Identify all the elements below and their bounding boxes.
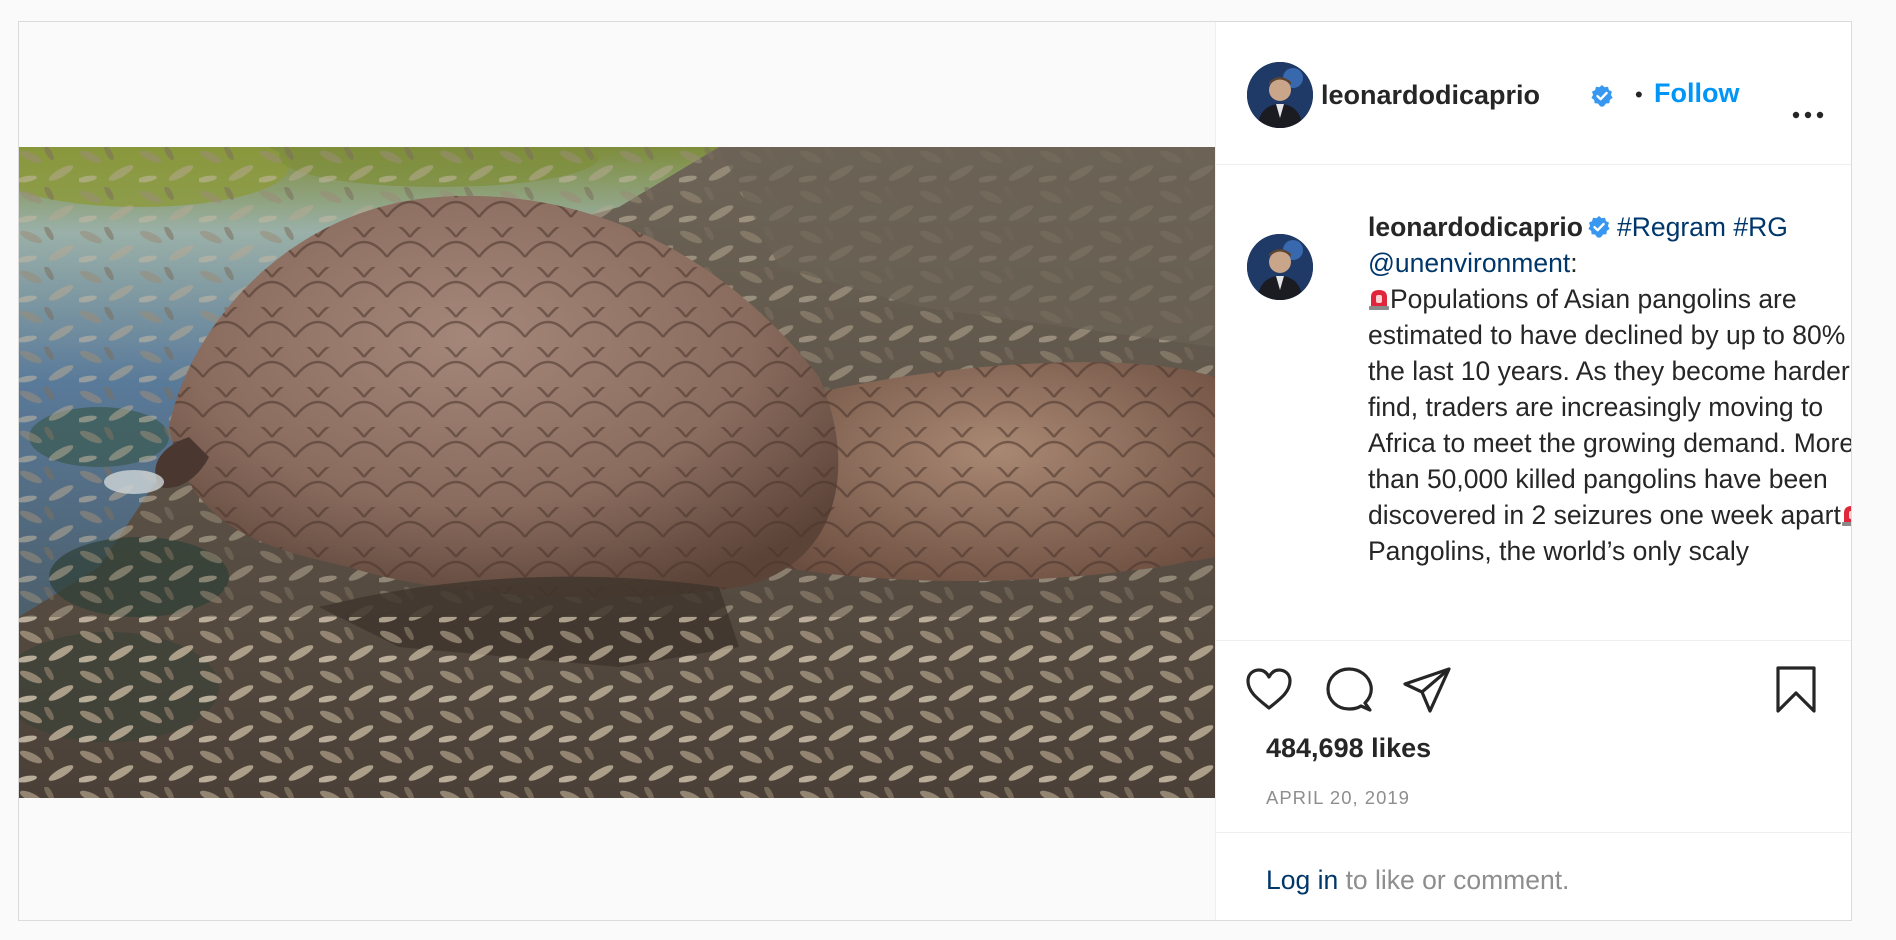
login-prompt-suffix: to like or comment. — [1338, 865, 1570, 895]
caption-text-main: Populations of Asian pangolins are estim… — [1368, 284, 1851, 530]
avatar-portrait-icon — [1247, 62, 1313, 128]
login-link[interactable]: Log in — [1266, 865, 1338, 895]
mention-unenvironment[interactable]: @unenvironment — [1368, 248, 1570, 278]
follow-button[interactable]: Follow — [1654, 78, 1739, 109]
login-prompt-text: Log in to like or comment. — [1266, 865, 1569, 896]
post-date[interactable]: APRIL 20, 2019 — [1266, 787, 1410, 809]
siren-emoji-icon — [1841, 506, 1851, 526]
caption-username[interactable]: leonardodicaprio — [1368, 212, 1583, 242]
verified-badge-icon — [1588, 216, 1610, 238]
hashtag-rg[interactable]: #RG — [1733, 212, 1788, 242]
post-dialog: leonardodicaprio • Follow leonardodicapr… — [18, 21, 1852, 921]
post-actions: 484,698 likes APRIL 20, 2019 — [1216, 640, 1851, 832]
login-prompt: Log in to like or comment. — [1216, 832, 1851, 920]
comment-icon[interactable] — [1324, 665, 1374, 715]
post-media — [19, 22, 1215, 920]
verified-badge-icon — [1591, 85, 1613, 107]
post-caption: leonardodicaprio #Regram #RG @unenvironmen… — [1368, 209, 1851, 569]
post-image[interactable] — [19, 147, 1215, 798]
caption-author-avatar[interactable] — [1247, 234, 1313, 300]
bookmark-icon[interactable] — [1771, 665, 1821, 715]
more-options-icon[interactable] — [1791, 108, 1825, 122]
comments-area[interactable]: leonardodicaprio #Regram #RG @unenvironmen… — [1216, 165, 1851, 640]
heart-icon[interactable] — [1244, 665, 1294, 715]
hashtag-regram[interactable]: #Regram — [1617, 212, 1726, 242]
share-icon[interactable] — [1402, 665, 1452, 715]
mention-suffix: : — [1570, 248, 1578, 278]
follow-separator: • — [1635, 82, 1643, 107]
avatar-portrait-icon — [1247, 234, 1313, 300]
post-side-panel: leonardodicaprio • Follow leonardodicapr… — [1215, 22, 1851, 920]
author-avatar[interactable] — [1247, 62, 1313, 128]
likes-count[interactable]: 484,698 likes — [1266, 733, 1431, 764]
post-header: leonardodicaprio • Follow — [1216, 22, 1851, 165]
siren-emoji-icon — [1369, 290, 1389, 310]
author-username[interactable]: leonardodicaprio — [1321, 80, 1540, 111]
